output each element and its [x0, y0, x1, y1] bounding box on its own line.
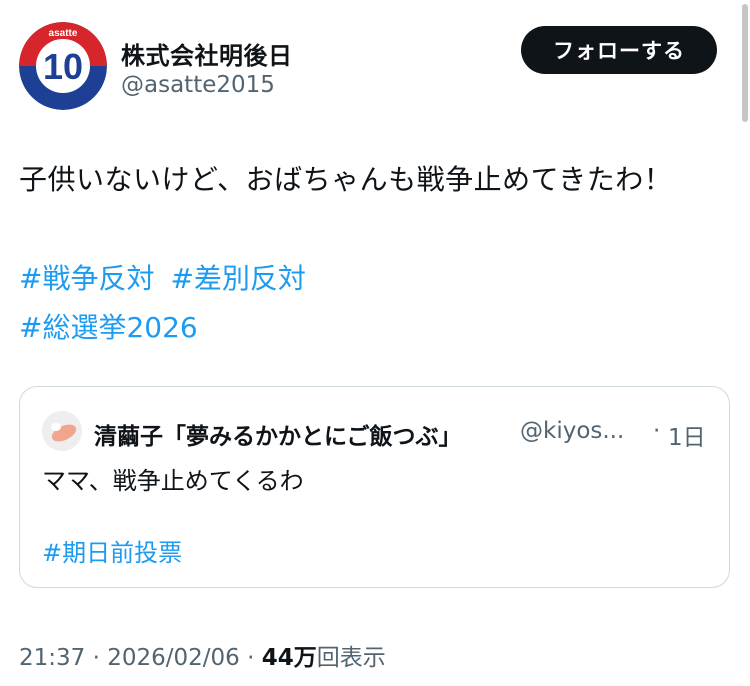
follow-button[interactable]: フォローする	[521, 26, 717, 74]
tweet-date[interactable]: 2026/02/06	[107, 645, 240, 671]
tweet-time[interactable]: 21:37	[19, 645, 85, 671]
views-label: 回表示	[316, 645, 386, 671]
quote-timestamp: 1日	[668, 425, 706, 451]
quote-tweet[interactable]: 清繭子「夢みるかかとにご飯つぶ」 @kiyos... · 1日 ママ、戦争止めて…	[19, 386, 730, 588]
tweet-text: 子供いないけど、おばちゃんも戦争止めてきたわ！	[19, 163, 673, 196]
author-name[interactable]: 株式会社明後日	[121, 36, 293, 71]
avatar-number: 10	[43, 46, 83, 87]
hashtag-link[interactable]: #差別反対	[170, 262, 305, 295]
hashtag-link[interactable]: #戦争反対	[19, 262, 154, 295]
hashtag-link[interactable]: #総選挙2026	[19, 311, 198, 344]
quote-text: ママ、戦争止めてくるわ	[42, 467, 304, 495]
quote-separator: ·	[653, 418, 661, 444]
tweet-header: 10 asatte 株式会社明後日 @asatte2015 フォローする	[19, 22, 719, 112]
views-count: 44万	[261, 645, 317, 671]
tweet-meta: 21:37 · 2026/02/06 · 44万回表示	[19, 638, 386, 672]
quote-author-name: 清繭子「夢みるかかとにご飯つぶ」	[94, 424, 462, 450]
quote-author-avatar	[42, 411, 82, 451]
quote-hashtag-link[interactable]: #期日前投票	[42, 533, 182, 568]
meta-separator: ·	[239, 645, 262, 671]
author-handle[interactable]: @asatte2015	[121, 72, 275, 98]
scrollbar[interactable]	[742, 4, 748, 122]
avatar-text: asatte	[49, 28, 78, 39]
meta-separator: ·	[85, 645, 108, 671]
quote-author-handle: @kiyos...	[520, 418, 625, 444]
tweet-hashtags: #戦争反対 #差別反対 #総選挙2026	[19, 254, 322, 352]
author-avatar[interactable]: 10 asatte	[19, 22, 107, 110]
